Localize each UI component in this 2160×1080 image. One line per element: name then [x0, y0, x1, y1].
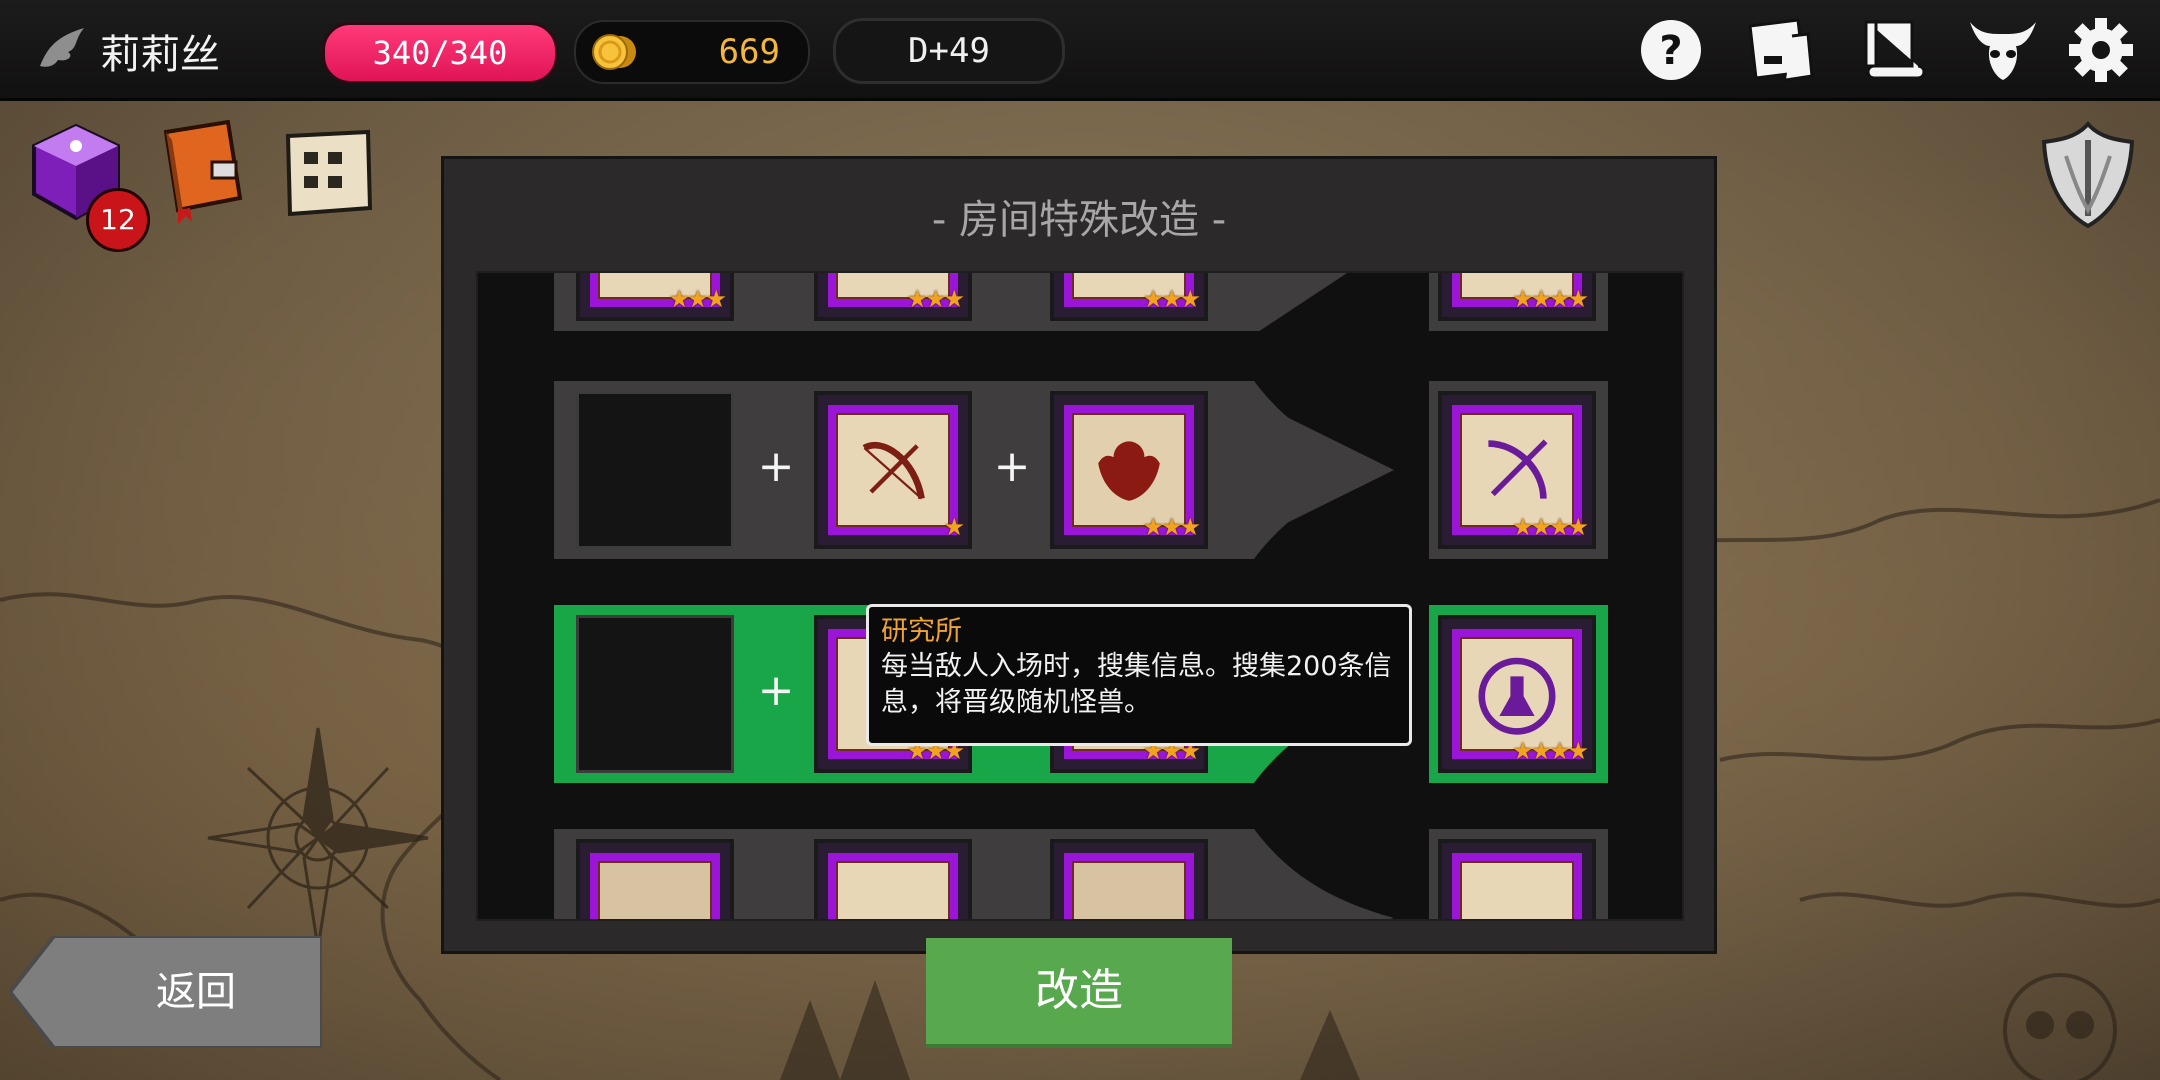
dialog-title: - 房间特殊改造 - — [931, 197, 1227, 243]
recipe-list[interactable]: ★★★ ★★★ ★★★ ★★★★ + ★ + ★★★ ★★★★ + ★★★ ★★… — [476, 271, 1684, 921]
map-scroll-icon[interactable] — [278, 126, 380, 220]
ingredient-card[interactable]: ★★★ — [576, 273, 734, 321]
bat-wing-icon[interactable] — [38, 26, 90, 72]
result-card-research[interactable]: ★★★★ — [1438, 615, 1596, 773]
ingredient-card[interactable]: ★★★ — [814, 273, 972, 321]
plus-sign: + — [757, 441, 795, 492]
scroll-icon[interactable] — [1856, 16, 1930, 84]
empty-slot[interactable] — [576, 391, 734, 549]
book-icon[interactable] — [156, 118, 248, 226]
bow-card[interactable]: ★ — [814, 391, 972, 549]
plus-sign: + — [993, 441, 1031, 492]
gear-icon[interactable] — [2064, 16, 2138, 84]
bow-icon — [862, 441, 925, 500]
ingredient-card[interactable] — [1050, 839, 1208, 919]
modify-button[interactable]: 改造 — [926, 938, 1232, 1048]
ingredient-card[interactable] — [814, 839, 972, 919]
plus-sign: + — [757, 665, 795, 716]
result-card[interactable]: ★★★★ — [1438, 273, 1596, 321]
empty-slot[interactable] — [576, 615, 734, 773]
notification-badge: 12 — [86, 188, 150, 252]
coin-icon — [592, 34, 636, 70]
monster-icon — [1098, 441, 1160, 501]
monster-card[interactable]: ★★★ — [1050, 391, 1208, 549]
item-tooltip: 研究所 每当敌人入场时，搜集信息。搜集200条信息，将晋级随机怪兽。 — [866, 604, 1412, 746]
help-icon[interactable]: ? — [1634, 16, 1708, 84]
svg-text:?: ? — [1659, 28, 1682, 74]
crossbow-icon — [1488, 439, 1548, 499]
player-name: 莉莉丝 — [100, 32, 220, 78]
recipe-row[interactable]: ★★★ ★★★ ★★★ ★★★★ — [554, 273, 1608, 331]
room-modification-dialog: - 房间特殊改造 - ★★★ ★★★ ★★★ ★★★★ + ★ + ★★★ ★★… — [444, 159, 1714, 951]
top-bar: 莉莉丝 340/340 669 D+49 ? — [0, 0, 2160, 101]
ingredient-card[interactable] — [576, 839, 734, 919]
ingredient-card[interactable]: ★★★ — [1050, 273, 1208, 321]
tooltip-body: 每当敌人入场时，搜集信息。搜集200条信息，将晋级随机怪兽。 — [881, 651, 1392, 718]
demon-horns-icon[interactable] — [1966, 16, 2040, 84]
gold-value: 669 — [718, 32, 780, 72]
recipe-row[interactable] — [554, 829, 1608, 919]
lab-gear-icon — [1478, 657, 1556, 735]
shield-emblem-icon[interactable] — [2040, 120, 2136, 230]
back-button[interactable]: 返回 — [7, 934, 324, 1050]
result-card[interactable] — [1438, 839, 1596, 919]
card-deck-icon[interactable] — [1742, 16, 1816, 84]
day-counter: D+49 — [833, 18, 1065, 84]
hp-display: 340/340 — [322, 22, 558, 84]
recipe-row-1[interactable]: + ★ + ★★★ ★★★★ — [554, 381, 1608, 559]
back-button-label: 返回 — [156, 969, 236, 1015]
tooltip-title: 研究所 — [881, 616, 962, 647]
result-card-crossbow[interactable]: ★★★★ — [1438, 391, 1596, 549]
gold-display: 669 — [574, 20, 810, 84]
